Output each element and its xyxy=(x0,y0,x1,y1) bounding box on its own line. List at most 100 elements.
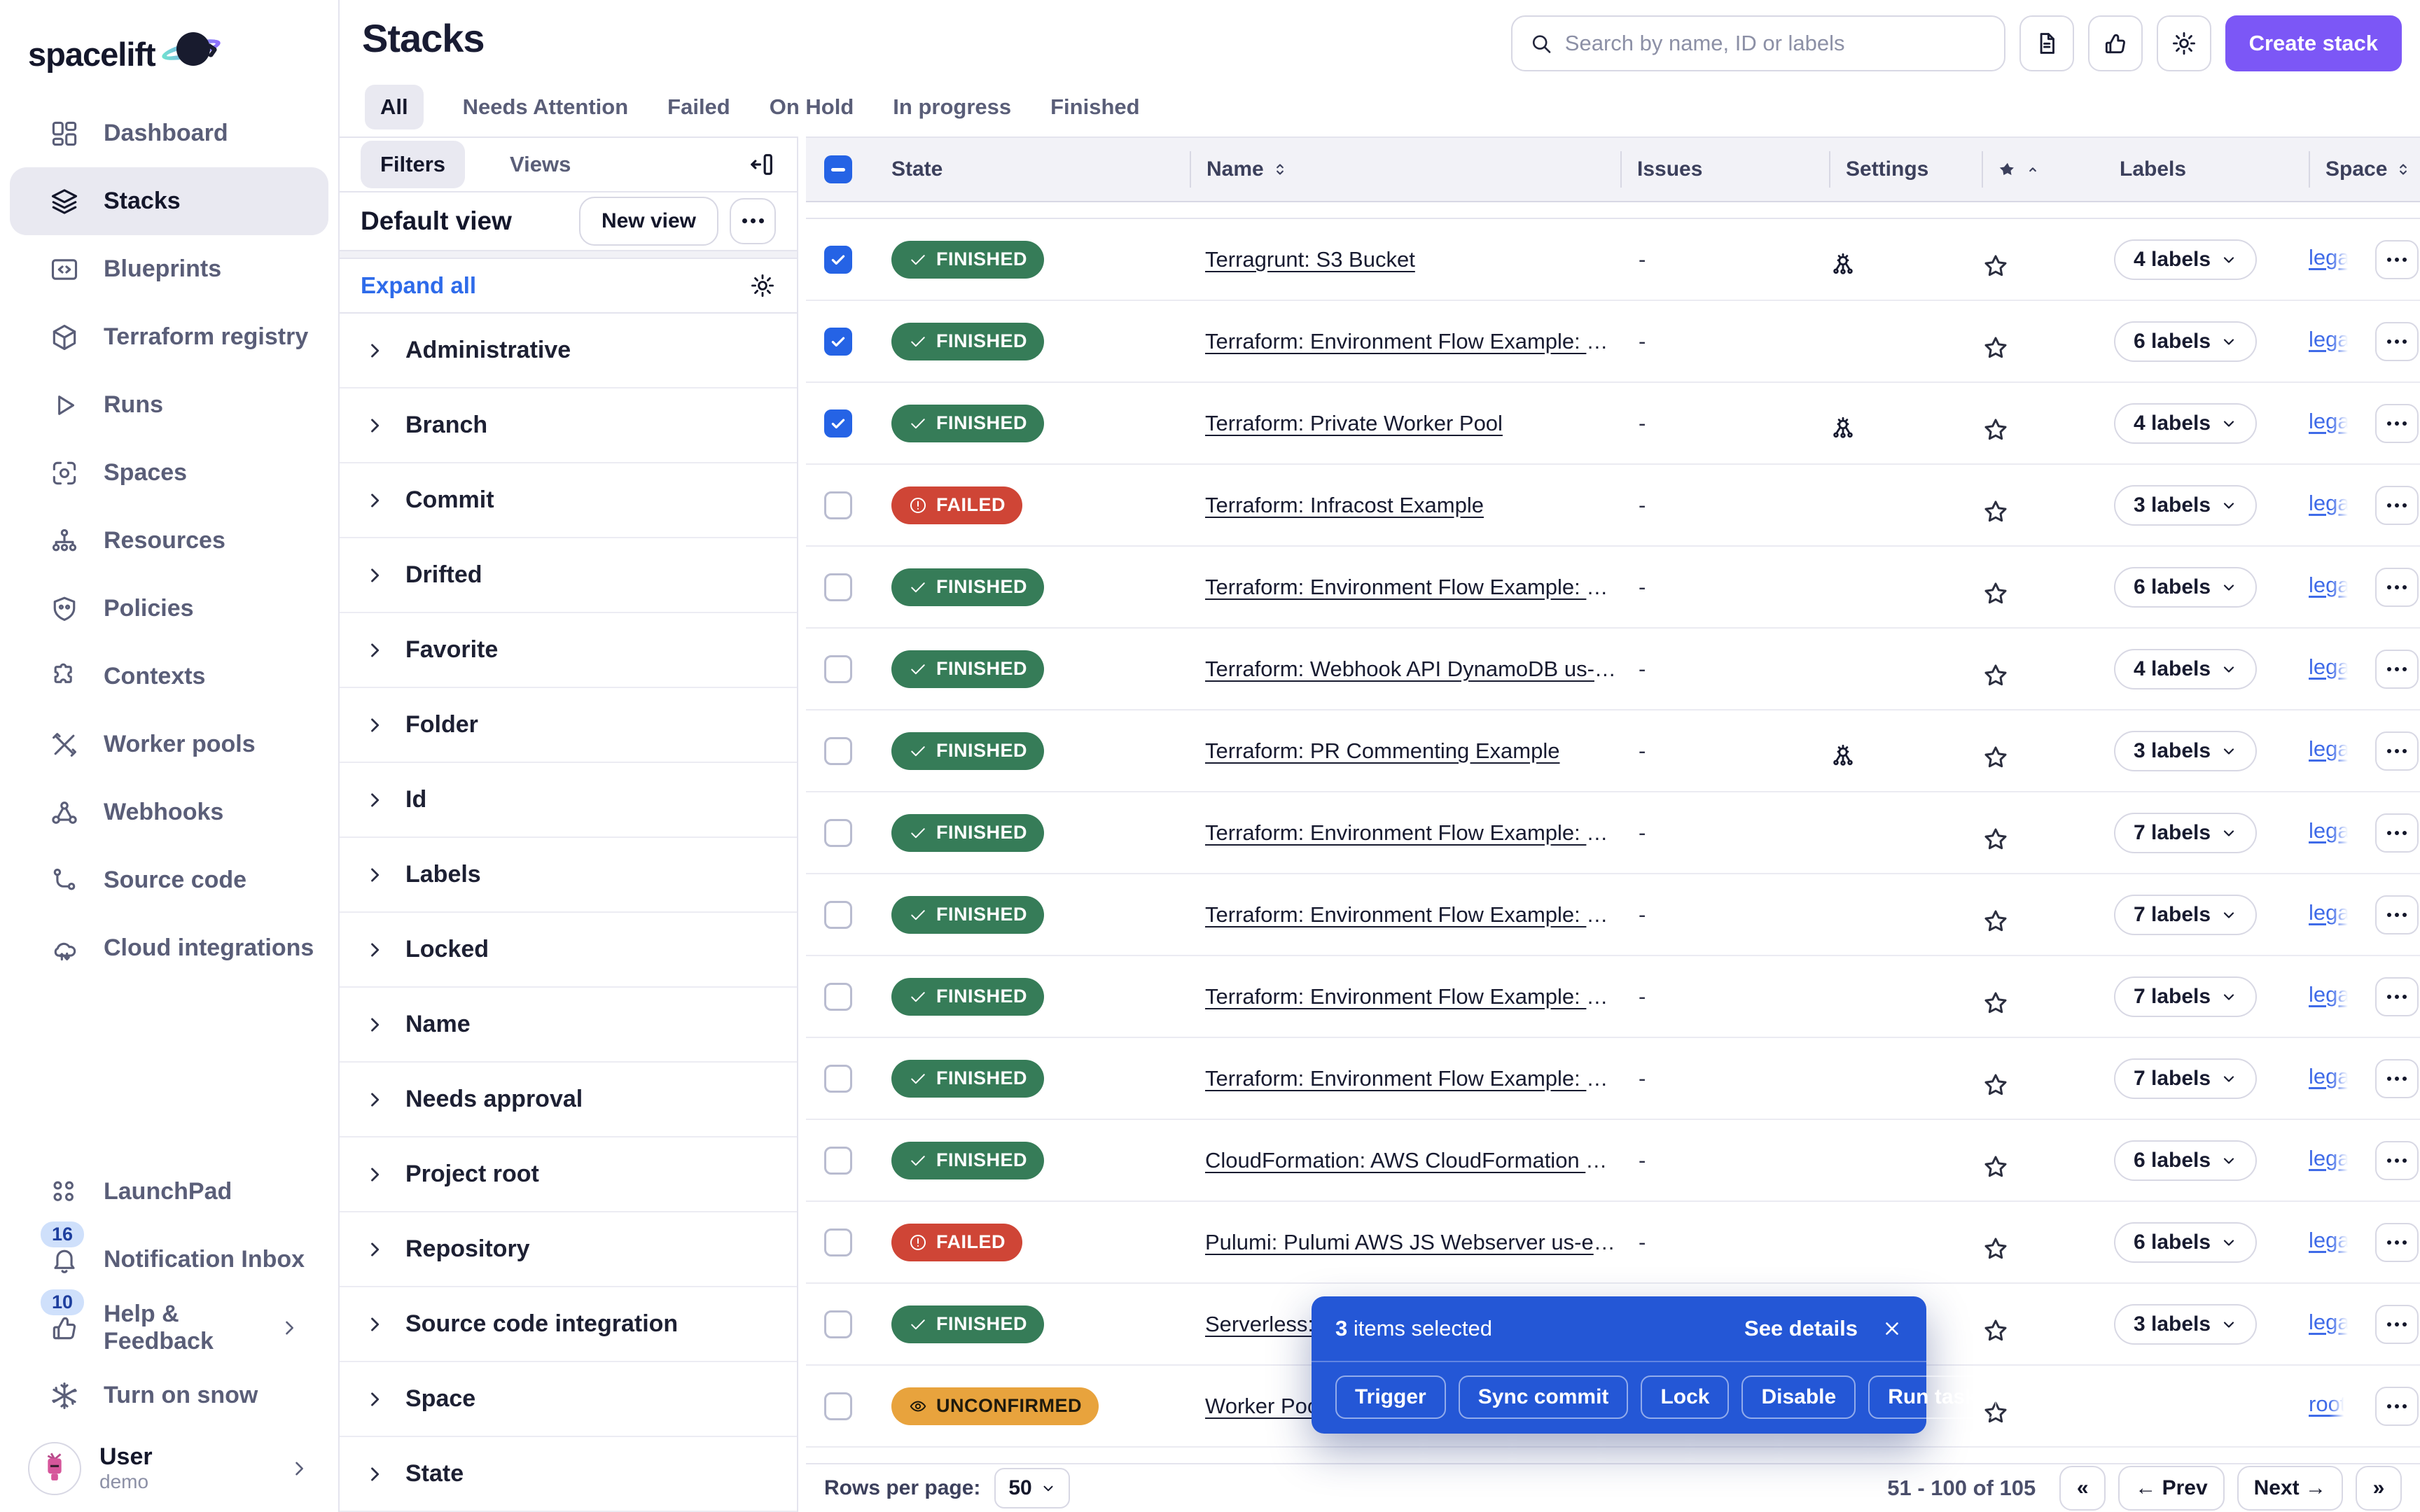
table-row[interactable]: FINISHED Terraform: Environment Flow Exa… xyxy=(806,547,2420,629)
tab[interactable]: Finished xyxy=(1050,85,1139,130)
labels-chip[interactable]: 3 labels xyxy=(2114,731,2257,771)
column-issues[interactable]: Issues xyxy=(1620,151,1829,188)
last-page-button[interactable]: » xyxy=(2356,1466,2402,1511)
labels-chip[interactable]: 4 labels xyxy=(2114,403,2257,444)
new-view-button[interactable]: New view xyxy=(579,197,718,246)
row-menu-button[interactable] xyxy=(2375,568,2419,607)
row-menu-button[interactable] xyxy=(2375,240,2419,279)
labels-chip[interactable]: 6 labels xyxy=(2114,1222,2257,1263)
bulk-action-button[interactable]: Trigger xyxy=(1335,1376,1446,1419)
row-menu-button[interactable] xyxy=(2375,1387,2419,1426)
stack-name-link[interactable]: Terraform: Environment Flow Example: Dev… xyxy=(1190,575,1620,600)
filter-category[interactable]: Branch xyxy=(340,388,797,463)
row-menu-button[interactable] xyxy=(2375,486,2419,525)
column-labels[interactable]: Labels xyxy=(2104,151,2309,188)
labels-chip[interactable]: 7 labels xyxy=(2114,1058,2257,1099)
favorite-star-icon[interactable] xyxy=(1982,895,2104,935)
row-menu-button[interactable] xyxy=(2375,813,2419,853)
tab[interactable]: Needs Attention xyxy=(463,85,629,130)
column-space[interactable]: Space xyxy=(2309,151,2419,188)
stack-name-link[interactable]: Terraform: Environment Flow Example: Dev… xyxy=(1190,329,1620,354)
sidebar-item[interactable]: Cloud integrations xyxy=(10,914,328,982)
row-menu-button[interactable] xyxy=(2375,895,2419,934)
collapse-panel-icon[interactable] xyxy=(748,150,776,178)
settings-button[interactable] xyxy=(2157,15,2211,71)
first-page-button[interactable]: « xyxy=(2059,1466,2106,1511)
favorite-star-icon[interactable] xyxy=(1982,731,2104,771)
stack-name-link[interactable]: Terraform: Environment Flow Example: Pro… xyxy=(1190,1066,1620,1091)
sidebar-footer-item[interactable]: 10 Help & Feedback xyxy=(10,1294,328,1362)
row-checkbox[interactable] xyxy=(824,983,852,1011)
row-checkbox[interactable] xyxy=(824,1392,852,1420)
sidebar-item[interactable]: Terraform registry xyxy=(10,303,328,371)
labels-chip[interactable]: 3 labels xyxy=(2114,1304,2257,1345)
table-row[interactable]: FINISHED Terraform: PR Commenting Exampl… xyxy=(806,710,2420,792)
row-checkbox[interactable] xyxy=(824,1147,852,1175)
row-menu-button[interactable] xyxy=(2375,322,2419,361)
prev-page-button[interactable]: ← Prev xyxy=(2118,1466,2224,1511)
bulk-action-button[interactable]: Lock xyxy=(1641,1376,1729,1419)
table-row[interactable]: FINISHED Terraform: Private Worker Pool … xyxy=(806,383,2420,465)
labels-chip[interactable]: 6 labels xyxy=(2114,321,2257,362)
row-checkbox[interactable] xyxy=(824,328,852,356)
row-checkbox[interactable] xyxy=(824,410,852,438)
create-stack-button[interactable]: Create stack xyxy=(2225,15,2402,71)
labels-chip[interactable]: 7 labels xyxy=(2114,895,2257,935)
sidebar-footer-item[interactable]: 16 Notification Inbox xyxy=(10,1226,328,1294)
favorite-star-icon[interactable] xyxy=(1982,239,2104,280)
favorite-star-icon[interactable] xyxy=(1982,813,2104,853)
row-checkbox[interactable] xyxy=(824,246,852,274)
favorite-star-icon[interactable] xyxy=(1982,1304,2104,1345)
sidebar-item[interactable]: Dashboard xyxy=(10,99,328,167)
tab[interactable]: All xyxy=(365,85,424,130)
labels-chip[interactable]: 3 labels xyxy=(2114,485,2257,526)
search-input[interactable] xyxy=(1565,31,1987,56)
filter-category[interactable]: Source code integration xyxy=(340,1287,797,1362)
column-settings[interactable]: Settings xyxy=(1829,151,1982,188)
see-details-link[interactable]: See details xyxy=(1744,1316,1858,1341)
search-box[interactable] xyxy=(1511,15,2005,71)
filter-category[interactable]: Commit xyxy=(340,463,797,538)
sidebar-item[interactable]: Source code xyxy=(10,846,328,914)
row-menu-button[interactable] xyxy=(2375,404,2419,443)
filter-category[interactable]: Locked xyxy=(340,913,797,988)
sidebar-item[interactable]: Contexts xyxy=(10,643,328,710)
labels-chip[interactable]: 4 labels xyxy=(2114,239,2257,280)
stack-name-link[interactable]: Terragrunt: S3 Bucket xyxy=(1190,247,1620,272)
view-more-button[interactable] xyxy=(730,198,776,244)
stack-name-link[interactable]: Terraform: Webhook API DynamoDB us-eas..… xyxy=(1190,657,1620,682)
close-icon[interactable] xyxy=(1882,1318,1903,1339)
row-checkbox[interactable] xyxy=(824,1310,852,1338)
row-menu-button[interactable] xyxy=(2375,732,2419,771)
table-row[interactable]: FINISHED Terraform: Environment Flow Exa… xyxy=(806,1038,2420,1120)
favorite-star-icon[interactable] xyxy=(1982,649,2104,690)
tab[interactable]: Failed xyxy=(667,85,730,130)
space-link[interactable]: lega xyxy=(2309,491,2350,516)
space-link[interactable]: lega xyxy=(2309,1310,2350,1335)
row-checkbox[interactable] xyxy=(824,491,852,519)
row-checkbox[interactable] xyxy=(824,573,852,601)
favorite-star-icon[interactable] xyxy=(1982,1222,2104,1263)
favorite-star-icon[interactable] xyxy=(1982,1058,2104,1099)
row-menu-button[interactable] xyxy=(2375,1141,2419,1180)
row-checkbox[interactable] xyxy=(824,819,852,847)
bulk-action-button[interactable]: Sync commit xyxy=(1459,1376,1629,1419)
stack-name-link[interactable]: Pulumi: Pulumi AWS JS Webserver us-east-… xyxy=(1190,1230,1620,1255)
space-link[interactable]: lega xyxy=(2309,409,2350,434)
space-link[interactable]: lega xyxy=(2309,900,2350,925)
sidebar-item[interactable]: Policies xyxy=(10,575,328,643)
column-favorite[interactable] xyxy=(1982,151,2104,188)
labels-chip[interactable]: 7 labels xyxy=(2114,976,2257,1017)
space-link[interactable]: lega xyxy=(2309,245,2350,270)
sidebar-item[interactable]: Blueprints xyxy=(10,235,328,303)
sidebar-item[interactable]: Webhooks xyxy=(10,778,328,846)
space-link[interactable]: lega xyxy=(2309,982,2350,1007)
table-row[interactable]: FINISHED Terraform: Environment Flow Exa… xyxy=(806,956,2420,1038)
filter-category[interactable]: Drifted xyxy=(340,538,797,613)
labels-chip[interactable]: 6 labels xyxy=(2114,567,2257,608)
labels-chip[interactable]: 7 labels xyxy=(2114,813,2257,853)
rows-per-page-select[interactable]: 50 xyxy=(994,1468,1069,1508)
labels-chip[interactable]: 4 labels xyxy=(2114,649,2257,690)
user-menu[interactable]: User demo xyxy=(0,1429,338,1502)
filter-category[interactable]: Favorite xyxy=(340,613,797,688)
